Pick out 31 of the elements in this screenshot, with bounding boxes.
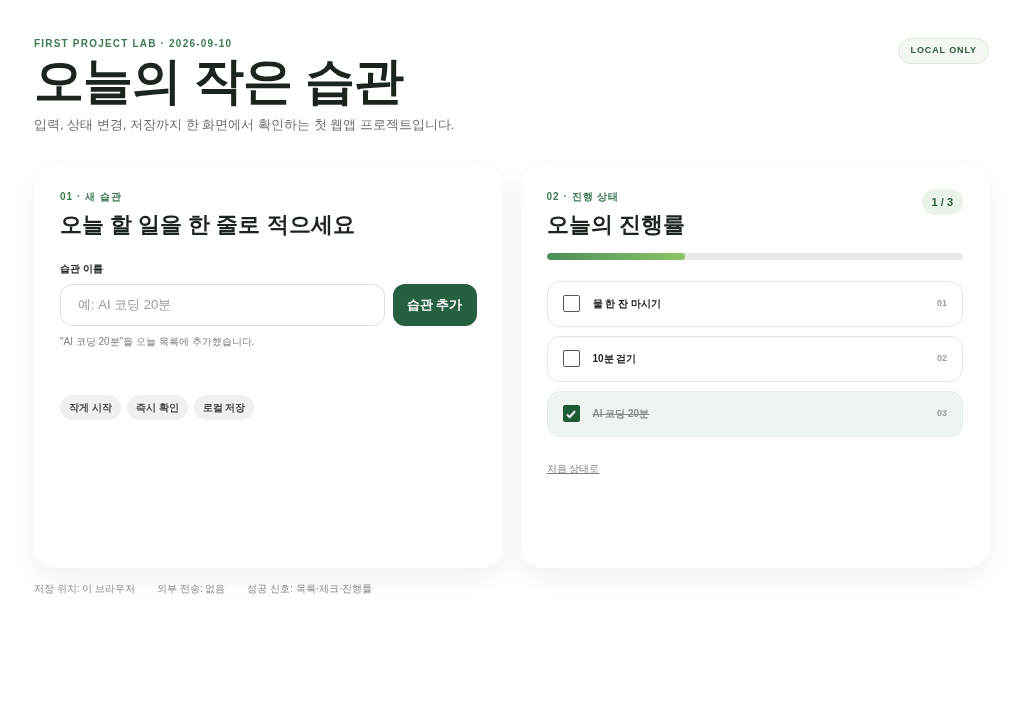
card-eyebrow: 01 · 새 습관 — [60, 189, 123, 204]
reset-link[interactable]: 처음 상태로 — [546, 460, 600, 476]
footer-note: 성공 신호: 목록·체크·진행률 — [247, 581, 373, 596]
habit-label: AI 코딩 20분 — [592, 407, 651, 421]
progress-count: 1 / 3 — [921, 188, 963, 215]
habit-label: 10분 걷기 — [592, 352, 638, 366]
habit-name-input[interactable]: 예: AI 코딩 20분 — [60, 283, 385, 326]
page-title: 오늘의 작은 습관 — [34, 52, 405, 111]
habit-number: 03 — [937, 406, 947, 420]
habit-row[interactable]: 물 한 잔 마시기 01 — [546, 280, 963, 327]
tag-chip: 즉시 확인 — [126, 394, 188, 420]
add-habit-button[interactable]: 습관 추가 — [392, 283, 477, 326]
checkbox[interactable] — [562, 350, 580, 367]
tag-chip: 로컬 저장 — [193, 394, 255, 420]
habit-row[interactable]: 10분 걷기 02 — [546, 335, 963, 382]
field-label: 습관 이름 — [60, 261, 104, 276]
page-subtitle: 입력, 상태 변경, 저장까지 한 화면에서 확인하는 첫 웹앱 프로젝트입니다. — [34, 116, 455, 134]
status-message: "AI 코딩 20분"을 오늘 목록에 추가했습니다. — [60, 334, 256, 349]
footer-note: 외부 전송: 없음 — [157, 581, 226, 596]
habit-number: 02 — [937, 351, 947, 365]
card-title: 오늘의 진행률 — [546, 210, 685, 239]
card-eyebrow: 02 · 진행 상태 — [546, 189, 621, 204]
checkbox[interactable] — [562, 405, 580, 422]
tag-chip: 작게 시작 — [60, 394, 121, 420]
checkbox[interactable] — [562, 295, 580, 312]
habit-number: 01 — [937, 296, 947, 310]
habit-label: 물 한 잔 마시기 — [592, 297, 662, 311]
eyebrow-text: FIRST PROJECT LAB · 2026-09-10 — [34, 37, 234, 51]
card-title: 오늘 할 일을 한 줄로 적으세요 — [60, 210, 356, 239]
local-only-badge: LOCAL ONLY — [898, 38, 989, 64]
footer-note: 저장 위치: 이 브라우저 — [34, 581, 136, 596]
